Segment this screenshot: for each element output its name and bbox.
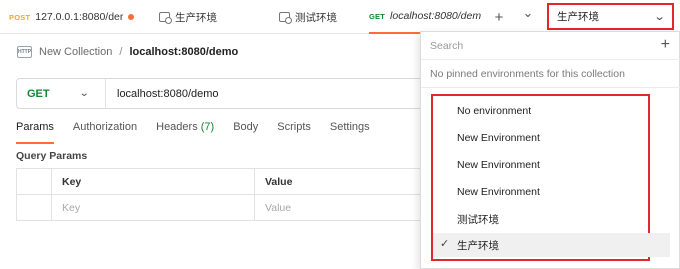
tab-get-request[interactable]: GET localhost:8080/dem bbox=[369, 0, 486, 34]
param-key-input[interactable]: Key bbox=[51, 194, 255, 221]
request-config-tabs: Params Authorization Headers (7) Body Sc… bbox=[16, 121, 370, 144]
param-value-input[interactable]: Value bbox=[254, 194, 436, 221]
http-request-icon: HTTP bbox=[17, 46, 32, 58]
method-label: GET bbox=[369, 11, 386, 21]
plus-icon: + bbox=[494, 8, 504, 26]
environment-icon bbox=[159, 12, 172, 24]
divider bbox=[421, 87, 680, 88]
environment-list: No environment New Environment New Envir… bbox=[431, 94, 670, 261]
breadcrumb-separator: / bbox=[119, 46, 123, 58]
environment-icon bbox=[279, 12, 292, 24]
tab-headers-label: Headers bbox=[156, 121, 198, 133]
breadcrumb-collection[interactable]: New Collection bbox=[39, 46, 112, 58]
environment-search: + bbox=[421, 32, 680, 60]
tab-label: localhost:8080/dem bbox=[390, 10, 482, 22]
url-input[interactable] bbox=[106, 87, 406, 100]
value-column-header: Value bbox=[254, 168, 436, 195]
row-checkbox[interactable] bbox=[16, 194, 52, 221]
headers-count-badge: (7) bbox=[200, 121, 215, 133]
tab-env-testing[interactable]: 测试环境 bbox=[279, 0, 337, 34]
tab-post-request[interactable]: POST 127.0.0.1:8080/der bbox=[9, 0, 135, 34]
checkbox-column-header bbox=[16, 168, 52, 195]
environment-option-testing[interactable]: 测试环境 bbox=[433, 207, 670, 231]
environment-selector-value: 生产环境 bbox=[557, 11, 599, 23]
table-header-row: Key Value bbox=[16, 168, 436, 195]
environment-search-input[interactable] bbox=[430, 39, 640, 52]
tab-settings[interactable]: Settings bbox=[330, 121, 370, 143]
pinned-environments-message: No pinned environments for this collecti… bbox=[430, 68, 625, 80]
table-row: Key Value bbox=[16, 194, 436, 221]
chevron-down-icon: ⌄ bbox=[522, 5, 534, 20]
breadcrumb-request-name[interactable]: localhost:8080/demo bbox=[129, 46, 238, 58]
unsaved-dot-icon bbox=[128, 14, 135, 20]
tab-authorization[interactable]: Authorization bbox=[73, 121, 137, 143]
method-label: POST bbox=[9, 12, 31, 22]
query-params-table: Key Value Key Value bbox=[16, 168, 436, 221]
query-params-title: Query Params bbox=[16, 150, 88, 162]
method-dropdown[interactable]: GET ⌄ bbox=[17, 79, 106, 108]
breadcrumb: HTTP New Collection / localhost:8080/dem… bbox=[17, 44, 238, 60]
add-environment-button[interactable]: + bbox=[661, 36, 670, 54]
chevron-down-icon: ⌄ bbox=[78, 88, 90, 99]
environment-dropdown: + No pinned environments for this collec… bbox=[420, 31, 680, 269]
environment-option-label: 生产环境 bbox=[457, 239, 499, 252]
checkmark-icon: ✓ bbox=[440, 238, 450, 250]
tab-params[interactable]: Params bbox=[16, 121, 54, 144]
environment-option[interactable]: New Environment bbox=[433, 153, 670, 177]
tab-overflow-button[interactable]: ⌄ bbox=[517, 0, 539, 30]
tab-scripts[interactable]: Scripts bbox=[277, 121, 311, 143]
tab-label: 生产环境 bbox=[175, 11, 217, 24]
tab-headers[interactable]: Headers (7) bbox=[156, 121, 214, 143]
url-bar: GET ⌄ bbox=[16, 78, 436, 109]
environment-selector[interactable]: 生产环境 ⌄ bbox=[547, 3, 674, 30]
environment-option[interactable]: New Environment bbox=[433, 180, 670, 204]
environment-option-production-selected[interactable]: ✓ 生产环境 bbox=[433, 233, 670, 257]
tab-label: 测试环境 bbox=[295, 11, 337, 24]
method-value: GET bbox=[27, 87, 50, 100]
tab-label: 127.0.0.1:8080/der bbox=[35, 11, 124, 23]
tab-env-production[interactable]: 生产环境 bbox=[159, 0, 217, 34]
key-column-header: Key bbox=[51, 168, 255, 195]
tab-body[interactable]: Body bbox=[233, 121, 258, 143]
environment-option-none[interactable]: No environment bbox=[433, 99, 670, 123]
environment-option[interactable]: New Environment bbox=[433, 126, 670, 150]
chevron-down-icon: ⌄ bbox=[653, 11, 666, 23]
new-tab-button[interactable]: + bbox=[488, 0, 510, 34]
